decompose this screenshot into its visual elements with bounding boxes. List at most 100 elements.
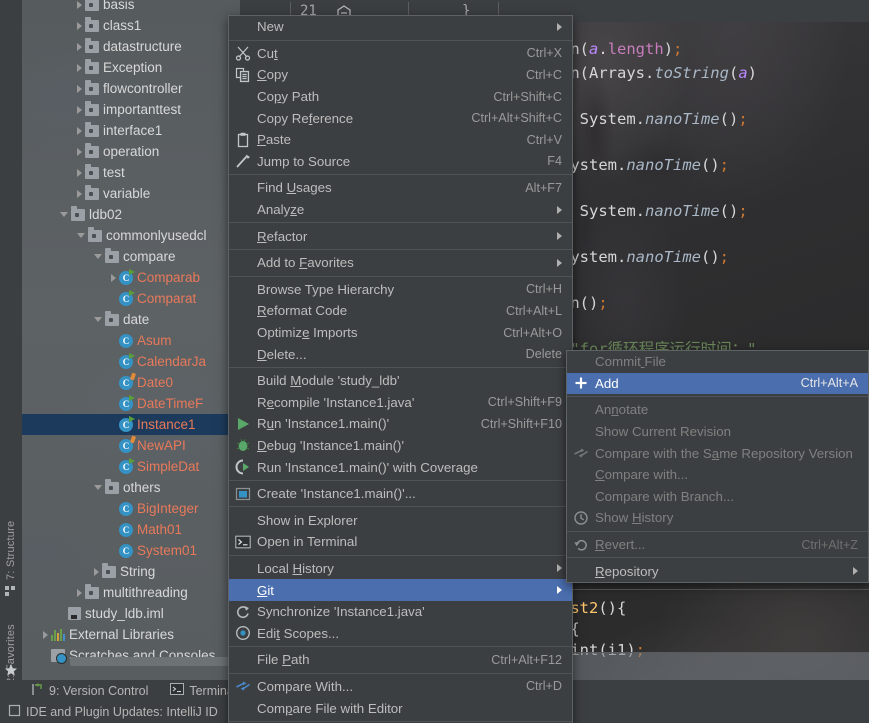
menu-item-delete[interactable]: Delete... Delete bbox=[229, 343, 572, 365]
menu-item-show-in-explorer[interactable]: Show in Explorer bbox=[229, 509, 572, 531]
chevron-down-icon[interactable] bbox=[94, 254, 102, 259]
menu-item-open-in-terminal[interactable]: Open in Terminal bbox=[229, 531, 572, 553]
folder-icon bbox=[85, 184, 99, 200]
menu-item-recompile-instance1-java[interactable]: Recompile 'Instance1.java' Ctrl+Shift+F9 bbox=[229, 392, 572, 414]
menu-item-browse-type-hierarchy[interactable]: Browse Type Hierarchy Ctrl+H bbox=[229, 279, 572, 301]
menu-item-copy-path[interactable]: Copy Path Ctrl+Shift+C bbox=[229, 86, 572, 108]
git-submenu[interactable]: Commit File Add Ctrl+Alt+A Annotate Show Cur… bbox=[566, 350, 869, 583]
chevron-right-icon[interactable] bbox=[77, 21, 82, 30]
menu-item-label: Synchronize 'Instance1.java' bbox=[257, 604, 425, 620]
menu-item-jump-to-source[interactable]: Jump to Source F4 bbox=[229, 151, 572, 173]
menu-item-cut[interactable]: Cut Ctrl+X bbox=[229, 43, 572, 65]
project-tool-window[interactable]: basis class1 datastructure Exception flowcon… bbox=[0, 0, 240, 680]
menu-item-compare-with[interactable]: Compare With... Ctrl+D bbox=[229, 676, 572, 698]
menu-item-add[interactable]: Add Ctrl+Alt+A bbox=[567, 372, 868, 395]
tree-item[interactable]: others bbox=[22, 477, 240, 498]
chevron-right-icon[interactable] bbox=[77, 105, 82, 114]
tree-item[interactable]: C SimpleDat bbox=[22, 456, 240, 477]
tree-item[interactable]: class1 bbox=[22, 15, 240, 36]
tree-item[interactable]: commonlyusedcl bbox=[22, 225, 240, 246]
tree-item[interactable]: C NewAPI bbox=[22, 435, 240, 456]
chevron-right-icon[interactable] bbox=[77, 147, 82, 156]
chevron-right-icon[interactable] bbox=[77, 126, 82, 135]
tree-item-label: Instance1 bbox=[137, 417, 196, 432]
menu-item-paste[interactable]: Paste Ctrl+V bbox=[229, 129, 572, 151]
tree-item[interactable]: interface1 bbox=[22, 120, 240, 141]
menu-item-file-path[interactable]: File Path Ctrl+Alt+F12 bbox=[229, 649, 572, 671]
tree-item[interactable]: ldb02 bbox=[22, 204, 240, 225]
chevron-right-icon[interactable] bbox=[77, 168, 82, 177]
menu-item-debug-instance1-main[interactable]: Debug 'Instance1.main()' bbox=[229, 435, 572, 457]
tree-item[interactable]: String bbox=[22, 561, 240, 582]
status-notification[interactable]: IDE and Plugin Updates: IntelliJ ID bbox=[8, 704, 218, 720]
tree-item[interactable]: importanttest bbox=[22, 99, 240, 120]
tree-item[interactable]: C BigInteger bbox=[22, 498, 240, 519]
debug-icon bbox=[235, 437, 251, 453]
menu-item-create-instance1-main[interactable]: Create 'Instance1.main()'... bbox=[229, 483, 572, 505]
menu-item-repository[interactable]: Repository bbox=[567, 560, 868, 582]
project-tree-horizontal-scrollbar[interactable] bbox=[70, 657, 230, 666]
chevron-right-icon[interactable] bbox=[77, 588, 82, 597]
tree-item[interactable]: C System01 bbox=[22, 540, 240, 561]
menu-item-optimize-imports[interactable]: Optimize Imports Ctrl+Alt+O bbox=[229, 322, 572, 344]
chevron-right-icon[interactable] bbox=[77, 0, 82, 9]
menu-item-synchronize-instance1-java[interactable]: Synchronize 'Instance1.java' bbox=[229, 601, 572, 623]
tree-item[interactable]: date bbox=[22, 309, 240, 330]
chevron-down-icon[interactable] bbox=[94, 317, 102, 322]
menu-item-analyze[interactable]: Analyze bbox=[229, 199, 572, 221]
menu-item-new[interactable]: New bbox=[229, 16, 572, 38]
menu-item-git[interactable]: Git bbox=[229, 579, 572, 601]
chevron-down-icon[interactable] bbox=[60, 212, 68, 217]
bottom-item-terminal[interactable]: Terminal bbox=[170, 683, 237, 698]
java-class-marked-icon: C bbox=[119, 375, 133, 390]
menu-item-edit-scopes[interactable]: Edit Scopes... bbox=[229, 622, 572, 644]
tree-item[interactable]: study_ldb.iml bbox=[22, 603, 240, 624]
chevron-right-icon[interactable] bbox=[77, 63, 82, 72]
tree-item[interactable]: operation bbox=[22, 141, 240, 162]
menu-item-copy-reference[interactable]: Copy Reference Ctrl+Alt+Shift+C bbox=[229, 107, 572, 129]
menu-item-reformat-code[interactable]: Reformat Code Ctrl+Alt+L bbox=[229, 300, 572, 322]
menu-item-find-usages[interactable]: Find Usages Alt+F7 bbox=[229, 177, 572, 199]
tree-item[interactable]: C Asum bbox=[22, 330, 240, 351]
code-token: ; bbox=[673, 40, 683, 58]
tree-item[interactable]: C Comparab bbox=[22, 267, 240, 288]
menu-item-run-instance1-main-with-coverage[interactable]: Run 'Instance1.main()' with Coverage bbox=[229, 456, 572, 478]
tree-item[interactable]: basis bbox=[22, 0, 240, 15]
menu-item-refactor[interactable]: Refactor bbox=[229, 225, 572, 247]
menu-item-build-module-study-ldb[interactable]: Build Module 'study_ldb' bbox=[229, 370, 572, 392]
bottom-item-version-control[interactable]: 9: Version Control bbox=[30, 682, 148, 699]
chevron-right-icon[interactable] bbox=[77, 42, 82, 51]
tree-item[interactable]: test bbox=[22, 162, 240, 183]
chevron-right-icon[interactable] bbox=[77, 189, 82, 198]
tree-item[interactable]: datastructure bbox=[22, 36, 240, 57]
chevron-right-icon[interactable] bbox=[94, 567, 99, 576]
menu-item-run-instance1-main[interactable]: Run 'Instance1.main()' Ctrl+Shift+F10 bbox=[229, 413, 572, 435]
chevron-down-icon[interactable] bbox=[94, 485, 102, 490]
tree-item[interactable]: variable bbox=[22, 183, 240, 204]
submenu-arrow-icon bbox=[557, 232, 562, 241]
tree-item[interactable]: C Math01 bbox=[22, 519, 240, 540]
tree-item[interactable]: compare bbox=[22, 246, 240, 267]
submenu-arrow-icon bbox=[557, 564, 562, 573]
chevron-right-icon[interactable] bbox=[111, 273, 116, 282]
menu-item-local-history[interactable]: Local History bbox=[229, 558, 572, 580]
tree-item[interactable]: C DateTimeF bbox=[22, 393, 240, 414]
chevron-right-icon[interactable] bbox=[77, 84, 82, 93]
tree-item[interactable]: External Libraries bbox=[22, 624, 240, 645]
context-menu[interactable]: New Cut Ctrl+X Copy Ctrl+C Copy Path Ctrl+Shif… bbox=[228, 15, 573, 723]
code-token: ) bbox=[663, 40, 674, 58]
sidebar-item-structure[interactable]: 7: Structure bbox=[0, 490, 22, 580]
menu-item-add-to-favorites[interactable]: Add to Favorites bbox=[229, 252, 572, 274]
menu-item-copy[interactable]: Copy Ctrl+C bbox=[229, 64, 572, 86]
menu-item-compare-file-with-editor[interactable]: Compare File with Editor bbox=[229, 697, 572, 719]
tree-item[interactable]: flowcontroller bbox=[22, 78, 240, 99]
tree-item[interactable]: C CalendarJa bbox=[22, 351, 240, 372]
menu-item-shortcut: Alt+F7 bbox=[525, 180, 562, 195]
tree-item[interactable]: Exception bbox=[22, 57, 240, 78]
tree-item[interactable]: multithreading bbox=[22, 582, 240, 603]
chevron-right-icon[interactable] bbox=[43, 630, 48, 639]
tree-item[interactable]: C Date0 bbox=[22, 372, 240, 393]
chevron-down-icon[interactable] bbox=[77, 233, 85, 238]
tree-item[interactable]: C Comparat bbox=[22, 288, 240, 309]
tree-item[interactable]: C Instance1 bbox=[22, 414, 240, 435]
